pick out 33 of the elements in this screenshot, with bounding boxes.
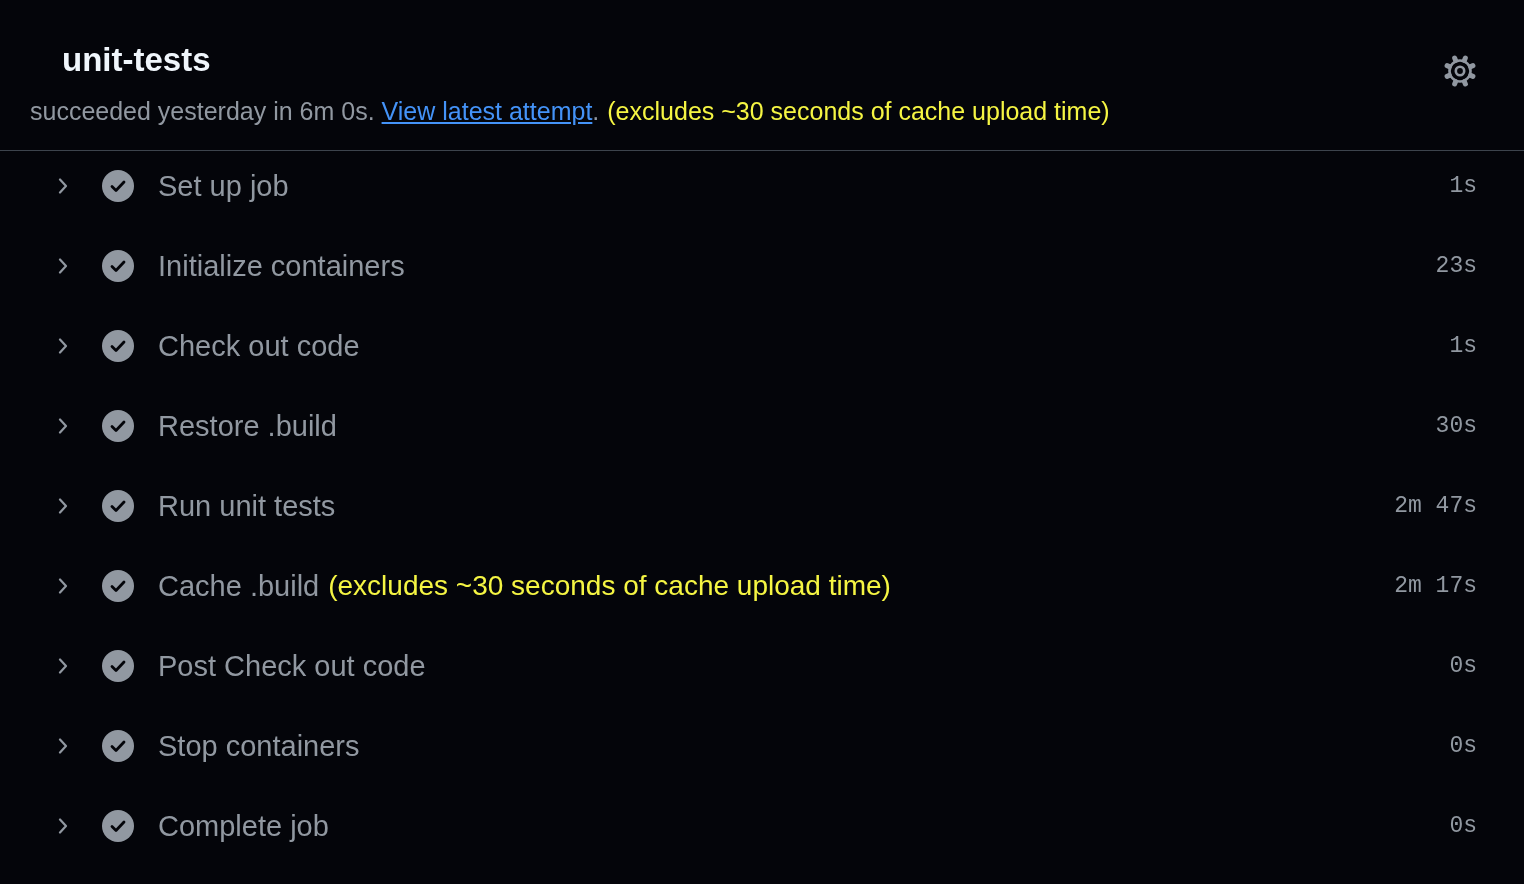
step-duration: 30s bbox=[1435, 412, 1477, 441]
step-duration: 2m 17s bbox=[1394, 572, 1477, 601]
chevron-right-icon[interactable] bbox=[56, 498, 70, 514]
step-name: Check out code bbox=[158, 329, 360, 364]
step-note: (excludes ~30 seconds of cache upload time) bbox=[328, 569, 891, 603]
step-name: Post Check out code bbox=[158, 649, 426, 684]
step-name: Run unit tests bbox=[158, 489, 336, 524]
chevron-right-icon[interactable] bbox=[56, 818, 70, 834]
step-duration: 1s bbox=[1449, 172, 1477, 201]
step-duration: 0s bbox=[1449, 812, 1477, 841]
view-latest-attempt-link[interactable]: View latest attempt bbox=[381, 97, 593, 125]
job-summary: succeeded yesterday in 6m 0s. View latest attempt. bbox=[30, 96, 600, 126]
step-name: Set up job bbox=[158, 169, 289, 204]
chevron-right-icon[interactable] bbox=[56, 338, 70, 354]
chevron-right-icon[interactable] bbox=[56, 258, 70, 274]
step-name: Restore .build bbox=[158, 409, 337, 444]
step-duration: 1s bbox=[1449, 332, 1477, 361]
step-name: Initialize containers bbox=[158, 249, 405, 284]
job-title: unit-tests bbox=[62, 40, 211, 80]
chevron-right-icon[interactable] bbox=[56, 418, 70, 434]
cache-note: (excludes ~30 seconds of cache upload time) bbox=[607, 96, 1110, 126]
step-duration: 0s bbox=[1449, 652, 1477, 681]
step-name: Cache .build bbox=[158, 569, 320, 604]
step-duration: 0s bbox=[1449, 732, 1477, 761]
step-name: Complete job bbox=[158, 809, 329, 844]
step-name: Stop containers bbox=[158, 729, 360, 764]
chevron-right-icon[interactable] bbox=[56, 178, 70, 194]
step-duration: 23s bbox=[1435, 252, 1477, 281]
chevron-right-icon[interactable] bbox=[56, 578, 70, 594]
settings-icon[interactable] bbox=[1444, 55, 1476, 87]
chevron-right-icon[interactable] bbox=[56, 738, 70, 754]
chevron-right-icon[interactable] bbox=[56, 658, 70, 674]
step-duration: 2m 47s bbox=[1394, 492, 1477, 521]
